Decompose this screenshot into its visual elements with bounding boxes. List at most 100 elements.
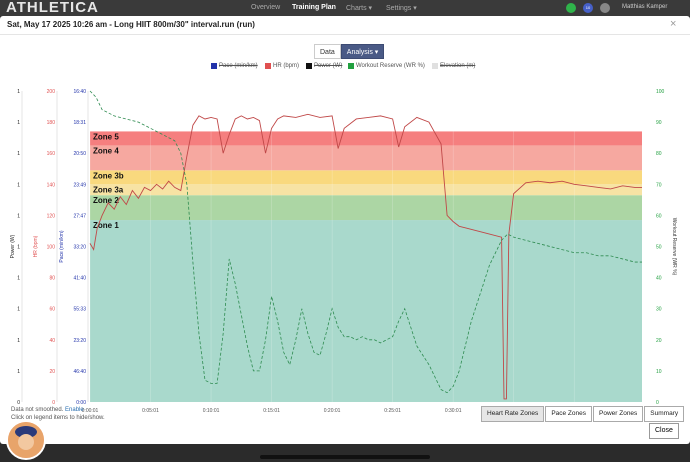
hr-zones: Zone 1Zone 2Zone 3aZone 3bZone 4Zone 5 <box>90 131 642 402</box>
summary-button[interactable]: Summary <box>644 406 685 422</box>
wr-tick-label: 70 <box>656 182 662 188</box>
hr-tick-label: 180 <box>47 120 56 126</box>
power-tick-label: 1 <box>17 120 20 126</box>
legend-pace[interactable]: Pace (min/km) <box>211 63 258 69</box>
power-tick-label: 1 <box>17 213 20 219</box>
pace-zones-button[interactable]: Pace Zones <box>545 406 592 422</box>
pace-tick-label: 20:50 <box>73 151 86 157</box>
x-tick-label: 0:25:01 <box>384 408 401 414</box>
wr-tick-label: 100 <box>656 89 665 95</box>
legend-hr-swatch <box>265 63 271 69</box>
modal-header: Sat, May 17 2025 10:26 am - Long HIIT 80… <box>0 16 690 35</box>
power-zones-button[interactable]: Power Zones <box>593 406 644 422</box>
legend-wr-swatch <box>348 63 354 69</box>
legend-wr[interactable]: Workout Reserve (WR %) <box>348 63 425 69</box>
not-smoothed-text: Data not smoothed. <box>11 407 64 413</box>
hr-tick-label: 160 <box>47 151 56 157</box>
wr-tick-label: 40 <box>656 276 662 282</box>
pace-tick-label: 23:49 <box>73 182 86 188</box>
x-tick-label: 0:30:01 <box>445 408 462 414</box>
zone-label-4: Zone 3b <box>93 171 124 180</box>
wr-tick-label: 50 <box>656 245 662 251</box>
close-icon[interactable]: × <box>670 18 676 30</box>
workout-modal: Sat, May 17 2025 10:26 am - Long HIIT 80… <box>0 16 690 444</box>
avatar[interactable] <box>6 420 46 460</box>
legend-hr[interactable]: HR (bpm) <box>265 63 299 69</box>
modal-title: Sat, May 17 2025 10:26 am - Long HIIT 80… <box>7 20 255 29</box>
nav-overview[interactable]: Overview <box>251 4 280 11</box>
legend-elevation[interactable]: Elevation (m) <box>432 63 475 69</box>
tab-data[interactable]: Data <box>314 44 341 59</box>
tab-analysis[interactable]: Analysis ▾ <box>340 44 385 59</box>
wr-axis-title: Workout Reserve (WR %) <box>671 218 677 276</box>
zone-band-4 <box>90 170 642 185</box>
legend-power-label: Power (W) <box>314 63 343 69</box>
zone-label-2: Zone 2 <box>93 196 119 205</box>
pace-tick-label: 55:33 <box>73 307 86 313</box>
x-tick-label: 0:15:01 <box>263 408 280 414</box>
home-indicator <box>260 455 430 459</box>
x-tick-label: 0:20:01 <box>324 408 341 414</box>
legend-elevation-swatch <box>432 63 438 69</box>
wr-tick-label: 20 <box>656 338 662 344</box>
hr-axis-title: HR (bpm) <box>33 235 39 257</box>
nav-charts[interactable]: Charts ▾ <box>346 4 372 12</box>
zone-label-3: Zone 3a <box>93 185 124 194</box>
pace-tick-label: 27:47 <box>73 213 86 219</box>
wr-tick-label: 60 <box>656 213 662 219</box>
pace-axis-title: Pace (min/km) <box>59 230 65 263</box>
power-tick-label: 1 <box>17 245 20 251</box>
power-tick-label: 1 <box>17 338 20 344</box>
legend-pace-swatch <box>211 63 217 69</box>
hr-tick-label: 40 <box>49 338 55 344</box>
pace-tick-label: 33:20 <box>73 245 86 251</box>
power-axis-title: Power (W) <box>10 234 16 258</box>
enable-smoothing-link[interactable]: Enable <box>65 407 84 413</box>
nav-training-plan[interactable]: Training Plan <box>292 4 336 11</box>
zone-band-1 <box>90 220 642 402</box>
notification-badge[interactable]: 10 <box>583 3 593 13</box>
hr-tick-label: 200 <box>47 89 56 95</box>
nav-settings[interactable]: Settings ▾ <box>386 4 417 12</box>
legend-wr-label: Workout Reserve (WR %) <box>356 63 425 69</box>
x-tick-label: 0:10:01 <box>203 408 220 414</box>
heart-rate-zones-button[interactable]: Heart Rate Zones <box>481 406 545 422</box>
power-tick-label: 1 <box>17 182 20 188</box>
view-tabs: Data Analysis ▾ <box>314 44 385 59</box>
user-avatar-icon[interactable] <box>600 3 610 13</box>
brand-logo[interactable]: ATHLETICA <box>6 0 99 16</box>
pace-tick-label: 23:20 <box>73 338 86 344</box>
wr-tick-label: 90 <box>656 120 662 126</box>
hr-chart[interactable]: Zone 1Zone 2Zone 3aZone 3bZone 4Zone 5 0… <box>0 71 690 414</box>
pace-tick-label: 16:40 <box>73 89 86 95</box>
legend-elevation-label: Elevation (m) <box>440 63 476 69</box>
power-tick-label: 1 <box>17 369 20 375</box>
user-name[interactable]: Matthias Kamper <box>622 4 667 10</box>
zone-band-2 <box>90 195 642 221</box>
zone-label-5: Zone 4 <box>93 146 119 155</box>
hr-tick-label: 100 <box>47 245 56 251</box>
avatar-face-icon <box>8 422 44 458</box>
legend-power[interactable]: Power (W) <box>306 63 342 69</box>
wr-tick-label: 80 <box>656 151 662 157</box>
check-icon[interactable] <box>566 3 576 13</box>
hr-tick-label: 140 <box>47 182 56 188</box>
hr-tick-label: 120 <box>47 213 56 219</box>
zone-band-5 <box>90 145 642 171</box>
hr-tick-label: 80 <box>49 276 55 282</box>
wr-tick-label: 10 <box>656 369 662 375</box>
power-tick-label: 1 <box>17 89 20 95</box>
top-navbar: ATHLETICA Overview Training Plan Charts … <box>0 0 690 16</box>
zone-label-6: Zone 5 <box>93 132 119 141</box>
pace-tick-label: 41:40 <box>73 276 86 282</box>
hr-tick-label: 20 <box>49 369 55 375</box>
legend-hr-label: HR (bpm) <box>273 63 300 69</box>
power-tick-label: 1 <box>17 276 20 282</box>
pace-tick-label: 46:40 <box>73 369 86 375</box>
zone-band-6 <box>90 131 642 146</box>
close-button[interactable]: Close <box>649 423 679 439</box>
pace-tick-label: 18:31 <box>73 120 86 126</box>
hr-tick-label: 60 <box>49 307 55 313</box>
x-tick-label: 0:05:01 <box>142 408 159 414</box>
wr-tick-label: 30 <box>656 307 662 313</box>
